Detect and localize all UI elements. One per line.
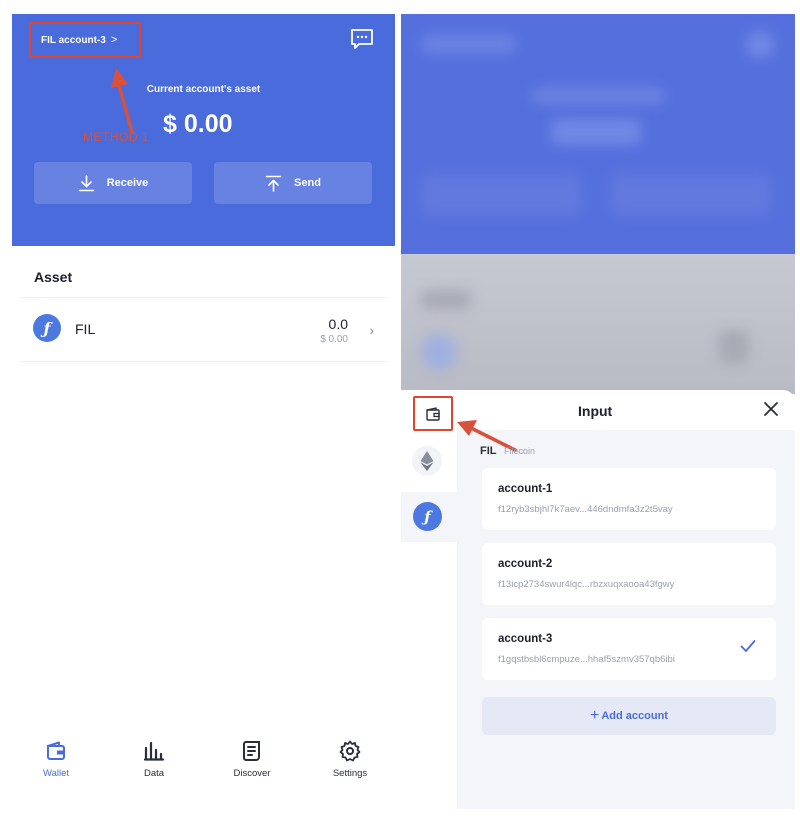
check-icon [740,640,756,652]
gear-icon [339,740,361,762]
nav-item-wallet[interactable]: Wallet [21,740,91,779]
blurred-element [421,290,471,310]
nav-label-discover: Discover [233,768,271,779]
upload-icon [265,175,282,192]
method-annotation: METHOD 1 [83,130,150,144]
blurred-element [421,174,581,216]
account-address: f12ryb3sbjhl7k7aev...446dndmfa3z2t5vay [498,504,673,515]
ethereum-icon [420,451,434,471]
account-card[interactable]: account-2 f13icp2734swur4lqc...rbzxuqxao… [482,543,776,605]
add-account-label: Add account [601,710,668,722]
account-picker-sheet: ƒ Input FIL Filecoin account-1 f12ryb3sb… [401,390,795,809]
divider [20,361,387,362]
wallet-icon [426,406,440,421]
total-balance: $ 0.00 [163,110,233,138]
blurred-element [531,88,666,104]
account-switcher-label: FIL account-3 [41,34,106,46]
account-name: account-3 [498,633,553,645]
blurred-element [746,32,774,58]
add-account-button[interactable]: + Add account [482,697,776,735]
account-switcher-button[interactable]: FIL account-3 > [29,22,141,58]
asset-amount: 0.0 [328,316,348,332]
blurred-element [421,334,457,370]
asset-caption: Current account's asset [146,84,261,95]
account-name: account-2 [498,558,553,570]
bottom-nav: Wallet Data Discover Settings [12,740,395,790]
account-picker-screen: ƒ Input FIL Filecoin account-1 f12ryb3sb… [401,14,795,809]
blurred-element [421,34,516,54]
chain-name: Filecoin [504,446,536,456]
nav-item-settings[interactable]: Settings [315,740,385,779]
sheet-title: Input [578,403,613,419]
screenshot-root: FIL account-3 > Current account's asset … [0,0,800,829]
nav-label-data: Data [143,768,165,779]
blurred-background [401,14,795,254]
asset-section-title: Asset [34,269,73,285]
wallet-home-screen: FIL account-3 > Current account's asset … [12,14,395,814]
account-address: f1gqstbsbl6cmpuze...hhaf5szmv357qb6ibi [498,654,675,665]
account-card[interactable]: account-3 f1gqstbsbl6cmpuze...hhaf5szmv3… [482,618,776,680]
nav-label-wallet: Wallet [42,768,70,779]
blurred-background [401,254,795,394]
filecoin-icon: ƒ [33,314,61,342]
chevron-right-icon: > [110,34,118,46]
close-icon[interactable] [763,401,779,417]
filecoin-icon[interactable]: ƒ [413,502,442,531]
account-address: f13icp2734swur4lqc...rbzxuqxaooa43fgwy [498,579,675,590]
asset-row-fil[interactable]: ƒ FIL 0.0 $ 0.00 › [20,310,387,362]
balance-header: FIL account-3 > Current account's asset … [12,14,395,246]
discover-icon [243,741,260,761]
wallet-icon [47,741,65,760]
message-icon[interactable] [350,28,374,50]
nav-item-data[interactable]: Data [119,740,189,779]
nav-item-discover[interactable]: Discover [217,740,287,779]
chain-sidebar: ƒ [401,390,457,809]
asset-usd-value: $ 0.00 [320,334,348,345]
send-label: Send [294,177,321,189]
send-button[interactable]: Send [214,162,372,204]
chain-label: FIL [480,445,497,457]
download-icon [78,174,95,191]
bar-chart-icon [143,741,165,761]
nav-label-settings: Settings [332,768,368,779]
annotation-arrow [111,68,134,134]
receive-button[interactable]: Receive [34,162,192,204]
divider [20,297,387,298]
account-name: account-1 [498,483,553,495]
account-card[interactable]: account-1 f12ryb3sbjhl7k7aev...446dndmfa… [482,468,776,530]
blurred-element [611,174,771,216]
blurred-element [719,330,749,364]
asset-symbol: FIL [75,321,96,337]
blurred-element [551,119,641,145]
chain-tab-wallet[interactable] [413,396,453,431]
chain-tab-ethereum[interactable] [412,446,442,476]
chevron-right-icon: › [369,322,374,338]
plus-icon: + [590,707,600,724]
receive-label: Receive [106,177,149,189]
